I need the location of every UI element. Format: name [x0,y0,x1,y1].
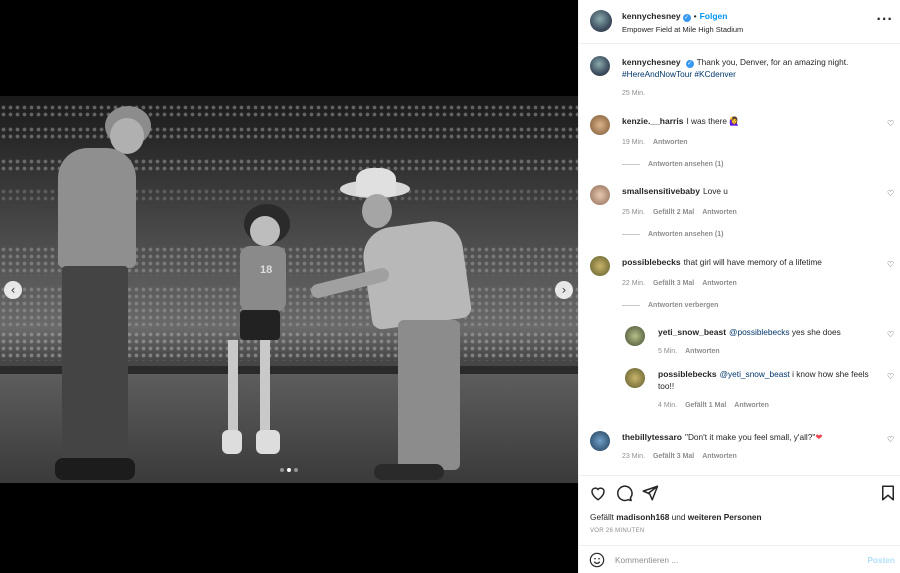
hashtag-link[interactable]: #KCdenver [694,69,736,79]
chevron-left-icon: ‹ [10,283,16,297]
caption-text: Thank you, Denver, for an amazing night. [696,57,849,67]
like-comment-heart-icon[interactable]: ♡ [887,190,895,198]
post-actions: Gefällt madisonh168 und weiteren Persone… [579,475,900,545]
comment-text: I was there [686,116,730,126]
author-avatar[interactable] [590,10,612,32]
like-comment-heart-icon[interactable]: ♡ [887,436,895,444]
post-sidebar: kennychesney ✓ • Folgen Empower Field at Mi… [578,0,900,573]
commenter-avatar[interactable] [625,326,645,346]
reply-button[interactable]: Antworten [702,209,737,216]
like-comment-heart-icon[interactable]: ♡ [887,261,895,269]
chevron-right-icon: › [561,283,567,297]
comment-likes[interactable]: Gefällt 1 Mal [685,402,726,409]
carousel-dot [294,468,298,472]
author-username[interactable]: kennychesney [622,11,681,21]
mention-link[interactable]: @yeti_snow_beast [720,369,790,379]
verified-badge-icon: ✓ [682,14,691,22]
save-bookmark-icon[interactable] [879,484,897,502]
comment-input[interactable] [615,553,855,567]
commenter-avatar[interactable] [625,368,645,388]
comment-time: 22 Min. [622,280,645,287]
red-heart-emoji: ❤ [815,432,823,442]
liker-username[interactable]: madisonh168 [616,512,669,522]
commenter-avatar[interactable] [590,256,610,276]
comment-username[interactable]: smallsensitivebaby [622,186,700,196]
comment-text: that girl will have memory of a lifetime [683,257,822,267]
reply-button[interactable]: Antworten [734,402,769,409]
comment-text: "Don't it make you feel small, y'all?" [685,432,816,442]
raising-hand-emoji: 🙋‍♀️ [729,116,740,126]
comment-username[interactable]: possiblebecks [658,369,717,379]
author-avatar[interactable] [590,56,610,76]
caption-time: 25 Min. [622,90,645,97]
previous-slide-button[interactable]: ‹ [4,281,22,299]
verified-badge-icon: ✓ [685,60,694,68]
reply-button[interactable]: Antworten [685,348,720,355]
comment-time: 4 Min. [658,402,678,409]
jersey-number: 18 [240,246,286,312]
reply-button[interactable]: Antworten [702,280,737,287]
comment-likes[interactable]: Gefällt 3 Mal [653,280,694,287]
post-photo: 18 [0,96,578,483]
carousel-dot [280,468,284,472]
comment-likes[interactable]: Gefällt 3 Mal [653,453,694,460]
others-likes-link[interactable]: weiteren Personen [688,512,762,522]
reply-button[interactable]: Antworten [702,453,737,460]
emoji-icon[interactable] [589,552,605,568]
comment-username[interactable]: possiblebecks [622,257,681,267]
like-heart-icon[interactable] [589,484,607,502]
comment-username[interactable]: yeti_snow_beast [658,327,726,337]
hashtag-link[interactable]: #HereAndNowTour [622,69,692,79]
post-timestamp: VOR 26 MINUTEN [590,528,645,534]
follow-button[interactable]: Folgen [700,11,728,21]
mention-link[interactable]: @possiblebecks [729,327,790,337]
like-comment-heart-icon[interactable]: ♡ [887,331,895,339]
comment-time: 5 Min. [658,348,678,355]
comment-time: 25 Min. [622,209,645,216]
comment-bubble-icon[interactable] [615,484,633,502]
like-comment-heart-icon[interactable]: ♡ [887,120,895,128]
comment-time: 19 Min. [622,139,645,146]
carousel-indicator [280,468,298,472]
post-header: kennychesney ✓ • Folgen Empower Field at Mi… [579,0,900,44]
comment-text: Love u [702,186,728,196]
more-options-icon[interactable]: ··· [876,12,893,26]
view-replies-button[interactable]: Antworten ansehen (1) [622,231,723,238]
reply-button[interactable]: Antworten [653,139,688,146]
comment-likes[interactable]: Gefällt 2 Mal [653,209,694,216]
commenter-avatar[interactable] [590,185,610,205]
hide-replies-button[interactable]: Antworten verbergen [622,302,718,309]
comment-username[interactable]: kenzie.__harris [622,116,683,126]
comment-username[interactable]: thebillytessaro [622,432,682,442]
comments-list: kennychesney ✓ Thank you, Denver, for an a… [579,45,900,475]
comment-composer: Posten [579,545,900,573]
comment-text: yes she does [789,327,841,337]
next-slide-button[interactable]: › [555,281,573,299]
location-link[interactable]: Empower Field at Mile High Stadium [622,25,743,34]
caption-username[interactable]: kennychesney [622,57,681,67]
commenter-avatar[interactable] [590,431,610,451]
post-comment-button[interactable]: Posten [867,555,895,565]
comment-time: 23 Min. [622,453,645,460]
commenter-avatar[interactable] [590,115,610,135]
likes-summary: Gefällt madisonh168 und weiteren Persone… [590,512,762,522]
share-paper-plane-icon[interactable] [641,484,659,502]
carousel-dot-active [287,468,291,472]
like-comment-heart-icon[interactable]: ♡ [887,373,895,381]
view-replies-button[interactable]: Antworten ansehen (1) [622,161,723,168]
post-media: 18 ‹ › [0,0,578,573]
